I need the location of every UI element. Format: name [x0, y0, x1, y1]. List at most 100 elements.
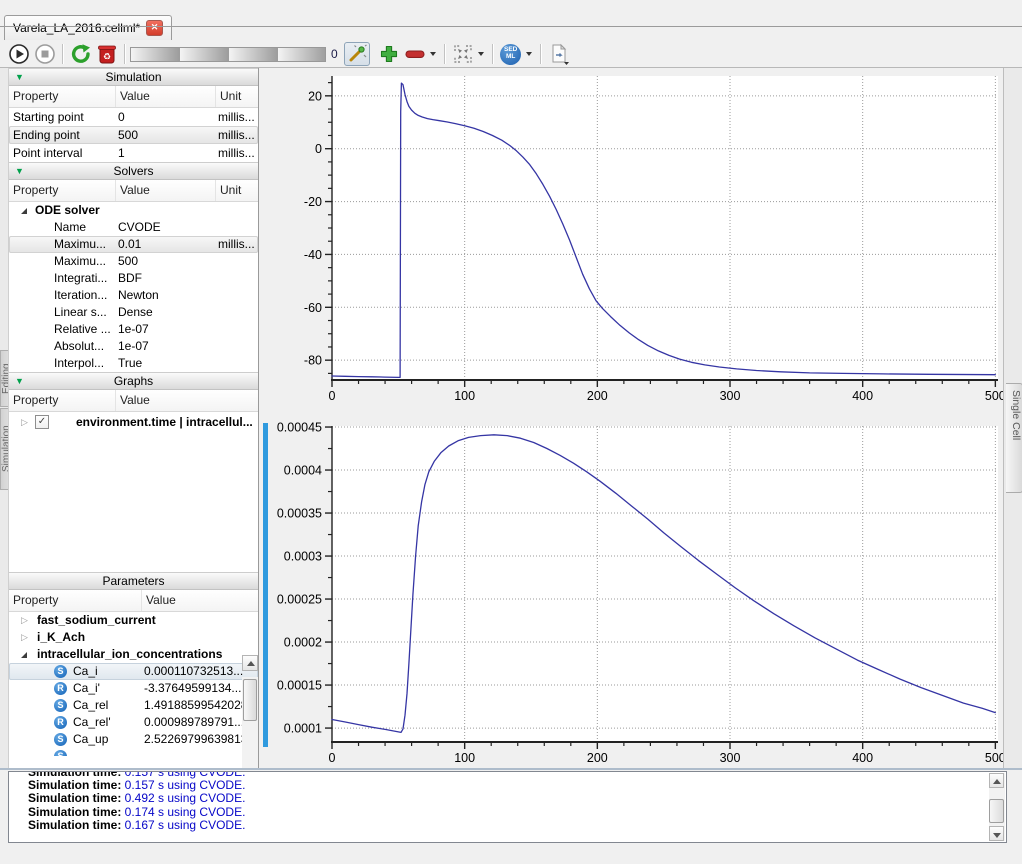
property-cell: Starting point — [13, 108, 84, 126]
plot-calcium-concentration[interactable]: 01002003004005000.000450.00040.000350.00… — [262, 420, 1003, 770]
scroll-down-button[interactable] — [989, 826, 1004, 841]
collapse-icon[interactable]: ▼ — [15, 373, 24, 389]
value-cell: BDF — [118, 270, 142, 287]
console-splitter[interactable] — [0, 768, 1022, 770]
parameters-section-header[interactable]: Parameters — [9, 572, 258, 590]
console-scrollbar[interactable] — [989, 773, 1005, 841]
section-title: Solvers — [113, 164, 153, 178]
plot-membrane-potential[interactable]: 0100200300400500200-20-40-60-80 — [262, 68, 1003, 420]
parameter-row[interactable]: S — [9, 748, 258, 756]
component-label: fast_sodium_current — [37, 612, 156, 629]
component-label: intracellular_ion_concentrations — [37, 646, 222, 663]
expand-icon[interactable]: ▷ — [21, 412, 28, 432]
delay-slider[interactable] — [130, 47, 326, 62]
tab-close-icon[interactable]: ✕ — [146, 20, 163, 36]
sedml-export-button[interactable]: SEDML — [498, 42, 524, 66]
state-icon: S — [54, 665, 67, 678]
run-button[interactable] — [6, 42, 32, 66]
view-tab-single-cell[interactable]: Single Cell — [1006, 383, 1022, 493]
table-row[interactable]: Starting point0millis... — [9, 108, 258, 126]
graph-checkbox[interactable]: ✓ — [35, 415, 49, 429]
reset-parameters-button[interactable] — [68, 42, 94, 66]
solvers-section-header[interactable]: ▼ Solvers — [9, 162, 258, 180]
table-row[interactable]: Integrati...BDF — [9, 270, 258, 287]
export-button[interactable] — [546, 42, 572, 66]
toolbar-separator — [444, 44, 446, 64]
svg-text:100: 100 — [454, 751, 475, 765]
mode-tab-editing[interactable]: Editing — [0, 350, 9, 407]
simulation-section-header[interactable]: ▼ Simulation — [9, 68, 258, 86]
scroll-up-button[interactable] — [242, 655, 258, 671]
section-title: Simulation — [105, 70, 161, 84]
expand-icon[interactable]: ◢ — [21, 646, 27, 663]
simulation-column-header: Property Value Unit — [9, 86, 258, 108]
table-row[interactable]: Point interval1millis... — [9, 144, 258, 162]
svg-text:0.0003: 0.0003 — [284, 550, 322, 564]
mode-tab-simulation[interactable]: Simulation — [0, 408, 9, 490]
graph-row[interactable]: ▷ ✓ environment.time | intracellul... — [9, 412, 258, 432]
expand-icon[interactable]: ◢ — [21, 202, 27, 219]
parameters-vertical-scrollbar[interactable] — [242, 677, 258, 768]
simulation-rows: Starting point0millis...Ending point500m… — [9, 108, 258, 162]
remove-graph-panel-dropdown[interactable] — [430, 52, 436, 56]
graph-label: environment.time | intracellul... — [76, 412, 254, 432]
parameter-row[interactable]: RCa_i'-3.37649599134... — [9, 680, 258, 697]
parameter-row[interactable]: RCa_rel'0.000989789791... — [9, 714, 258, 731]
parameter-name: Ca_rel' — [73, 714, 111, 731]
tab-bar: Varela_LA_2016.cellml* ✕ — [0, 14, 1022, 40]
solver-rows: NameCVODEMaximu...0.01millis...Maximu...… — [9, 219, 258, 372]
document-tab[interactable]: Varela_LA_2016.cellml* ✕ — [4, 15, 172, 40]
expand-icon[interactable]: ▷ — [21, 612, 28, 629]
property-cell: Iteration... — [54, 287, 107, 304]
component-row[interactable]: ▷ fast_sodium_current — [9, 612, 258, 629]
table-row[interactable]: NameCVODE — [9, 219, 258, 236]
table-row[interactable]: Linear s...Dense — [9, 304, 258, 321]
scroll-thumb[interactable] — [989, 799, 1004, 823]
component-row[interactable]: ◢ intracellular_ion_concentrations — [9, 646, 258, 663]
clear-results-button[interactable]: ♻ — [94, 42, 120, 66]
minus-icon — [404, 44, 426, 64]
reset-zoom-dropdown[interactable] — [478, 52, 484, 56]
reset-zoom-button[interactable] — [450, 42, 476, 66]
table-row[interactable]: Maximu...0.01millis... — [9, 236, 258, 253]
expand-icon[interactable]: ▷ — [21, 629, 28, 646]
state-icon: S — [54, 733, 67, 746]
parameter-row[interactable]: SCa_i0.000110732513... — [9, 663, 258, 680]
table-row[interactable]: Interpol...True — [9, 355, 258, 372]
ode-solver-group-row[interactable]: ◢ ODE solver — [9, 202, 258, 219]
scroll-thumb[interactable] — [243, 679, 257, 721]
svg-text:-80: -80 — [304, 354, 322, 368]
property-cell: Point interval — [13, 144, 82, 162]
mode-tab-strip: Editing Simulation — [0, 68, 9, 770]
remove-graph-panel-button[interactable] — [402, 42, 428, 66]
property-cell: Relative ... — [54, 321, 111, 338]
simulation-toolbar: ♻ 0 — [0, 41, 1022, 68]
collapse-icon[interactable]: ▼ — [15, 163, 24, 179]
table-row[interactable]: Ending point500millis... — [9, 126, 258, 144]
graphs-section-header[interactable]: ▼ Graphs — [9, 372, 258, 390]
sedml-export-dropdown[interactable] — [526, 52, 532, 56]
add-graph-panel-button[interactable] — [376, 42, 402, 66]
svg-text:-60: -60 — [304, 301, 322, 315]
active-panel-marker — [263, 423, 268, 747]
export-file-icon — [548, 43, 570, 65]
state-icon: S — [54, 699, 67, 712]
property-cell: Absolut... — [54, 338, 104, 355]
scroll-up-button[interactable] — [989, 773, 1004, 788]
table-row[interactable]: Maximu...500 — [9, 253, 258, 270]
parameter-value: 0.000989789791... — [144, 714, 244, 731]
simulation-properties-button[interactable] — [344, 42, 370, 66]
table-row[interactable]: Iteration...Newton — [9, 287, 258, 304]
parameter-row[interactable]: SCa_up2.52269799639813 — [9, 731, 258, 748]
table-row[interactable]: Relative ...1e-07 — [9, 321, 258, 338]
fit-view-icon — [453, 44, 473, 64]
svg-text:0.0001: 0.0001 — [284, 722, 322, 736]
component-row[interactable]: ▷i_K_Ach — [9, 629, 258, 646]
svg-text:0.0004: 0.0004 — [284, 464, 322, 478]
table-row[interactable]: Absolut...1e-07 — [9, 338, 258, 355]
parameter-row[interactable]: SCa_rel1.49188599542028 — [9, 697, 258, 714]
stop-button[interactable] — [32, 42, 58, 66]
solvers-column-header: Property Value Unit — [9, 180, 258, 202]
graphs-empty-area — [9, 432, 258, 572]
collapse-icon[interactable]: ▼ — [15, 69, 24, 85]
